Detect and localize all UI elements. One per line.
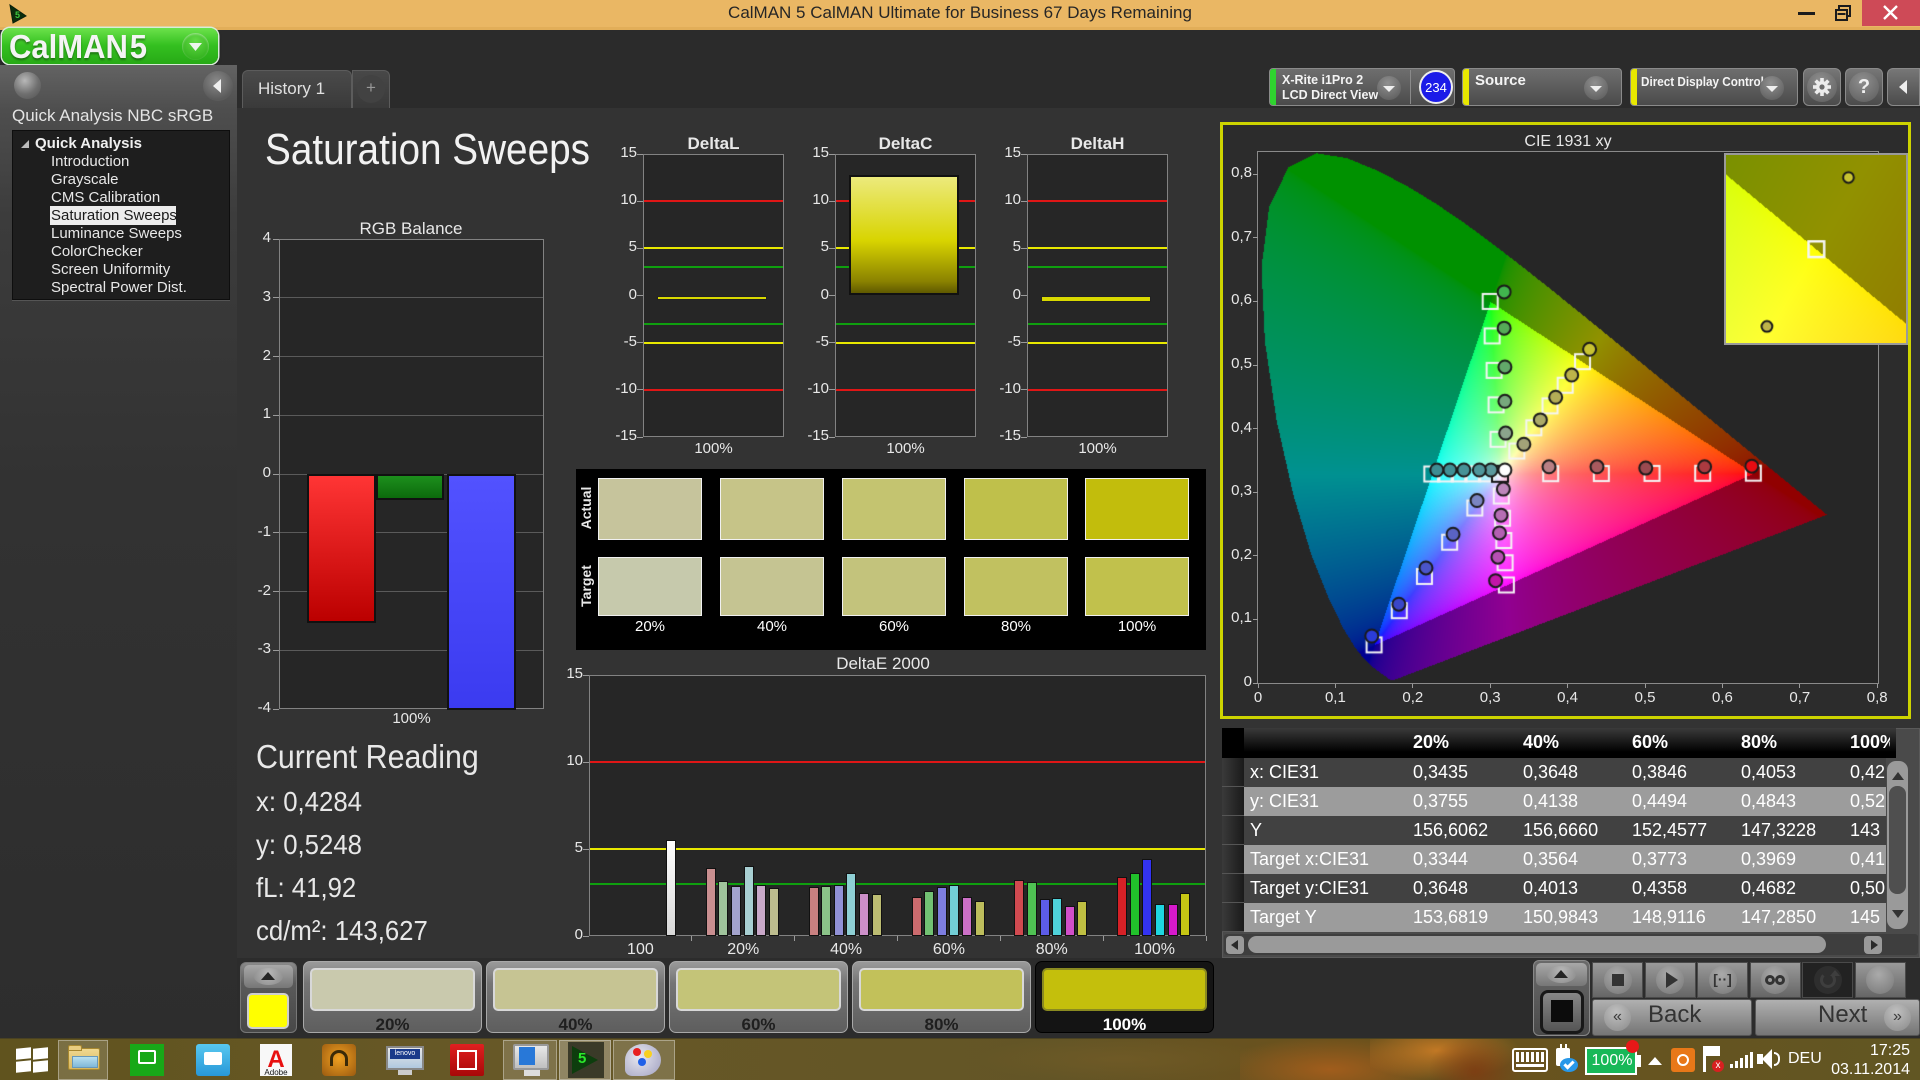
svg-text:5: 5 <box>15 10 20 20</box>
